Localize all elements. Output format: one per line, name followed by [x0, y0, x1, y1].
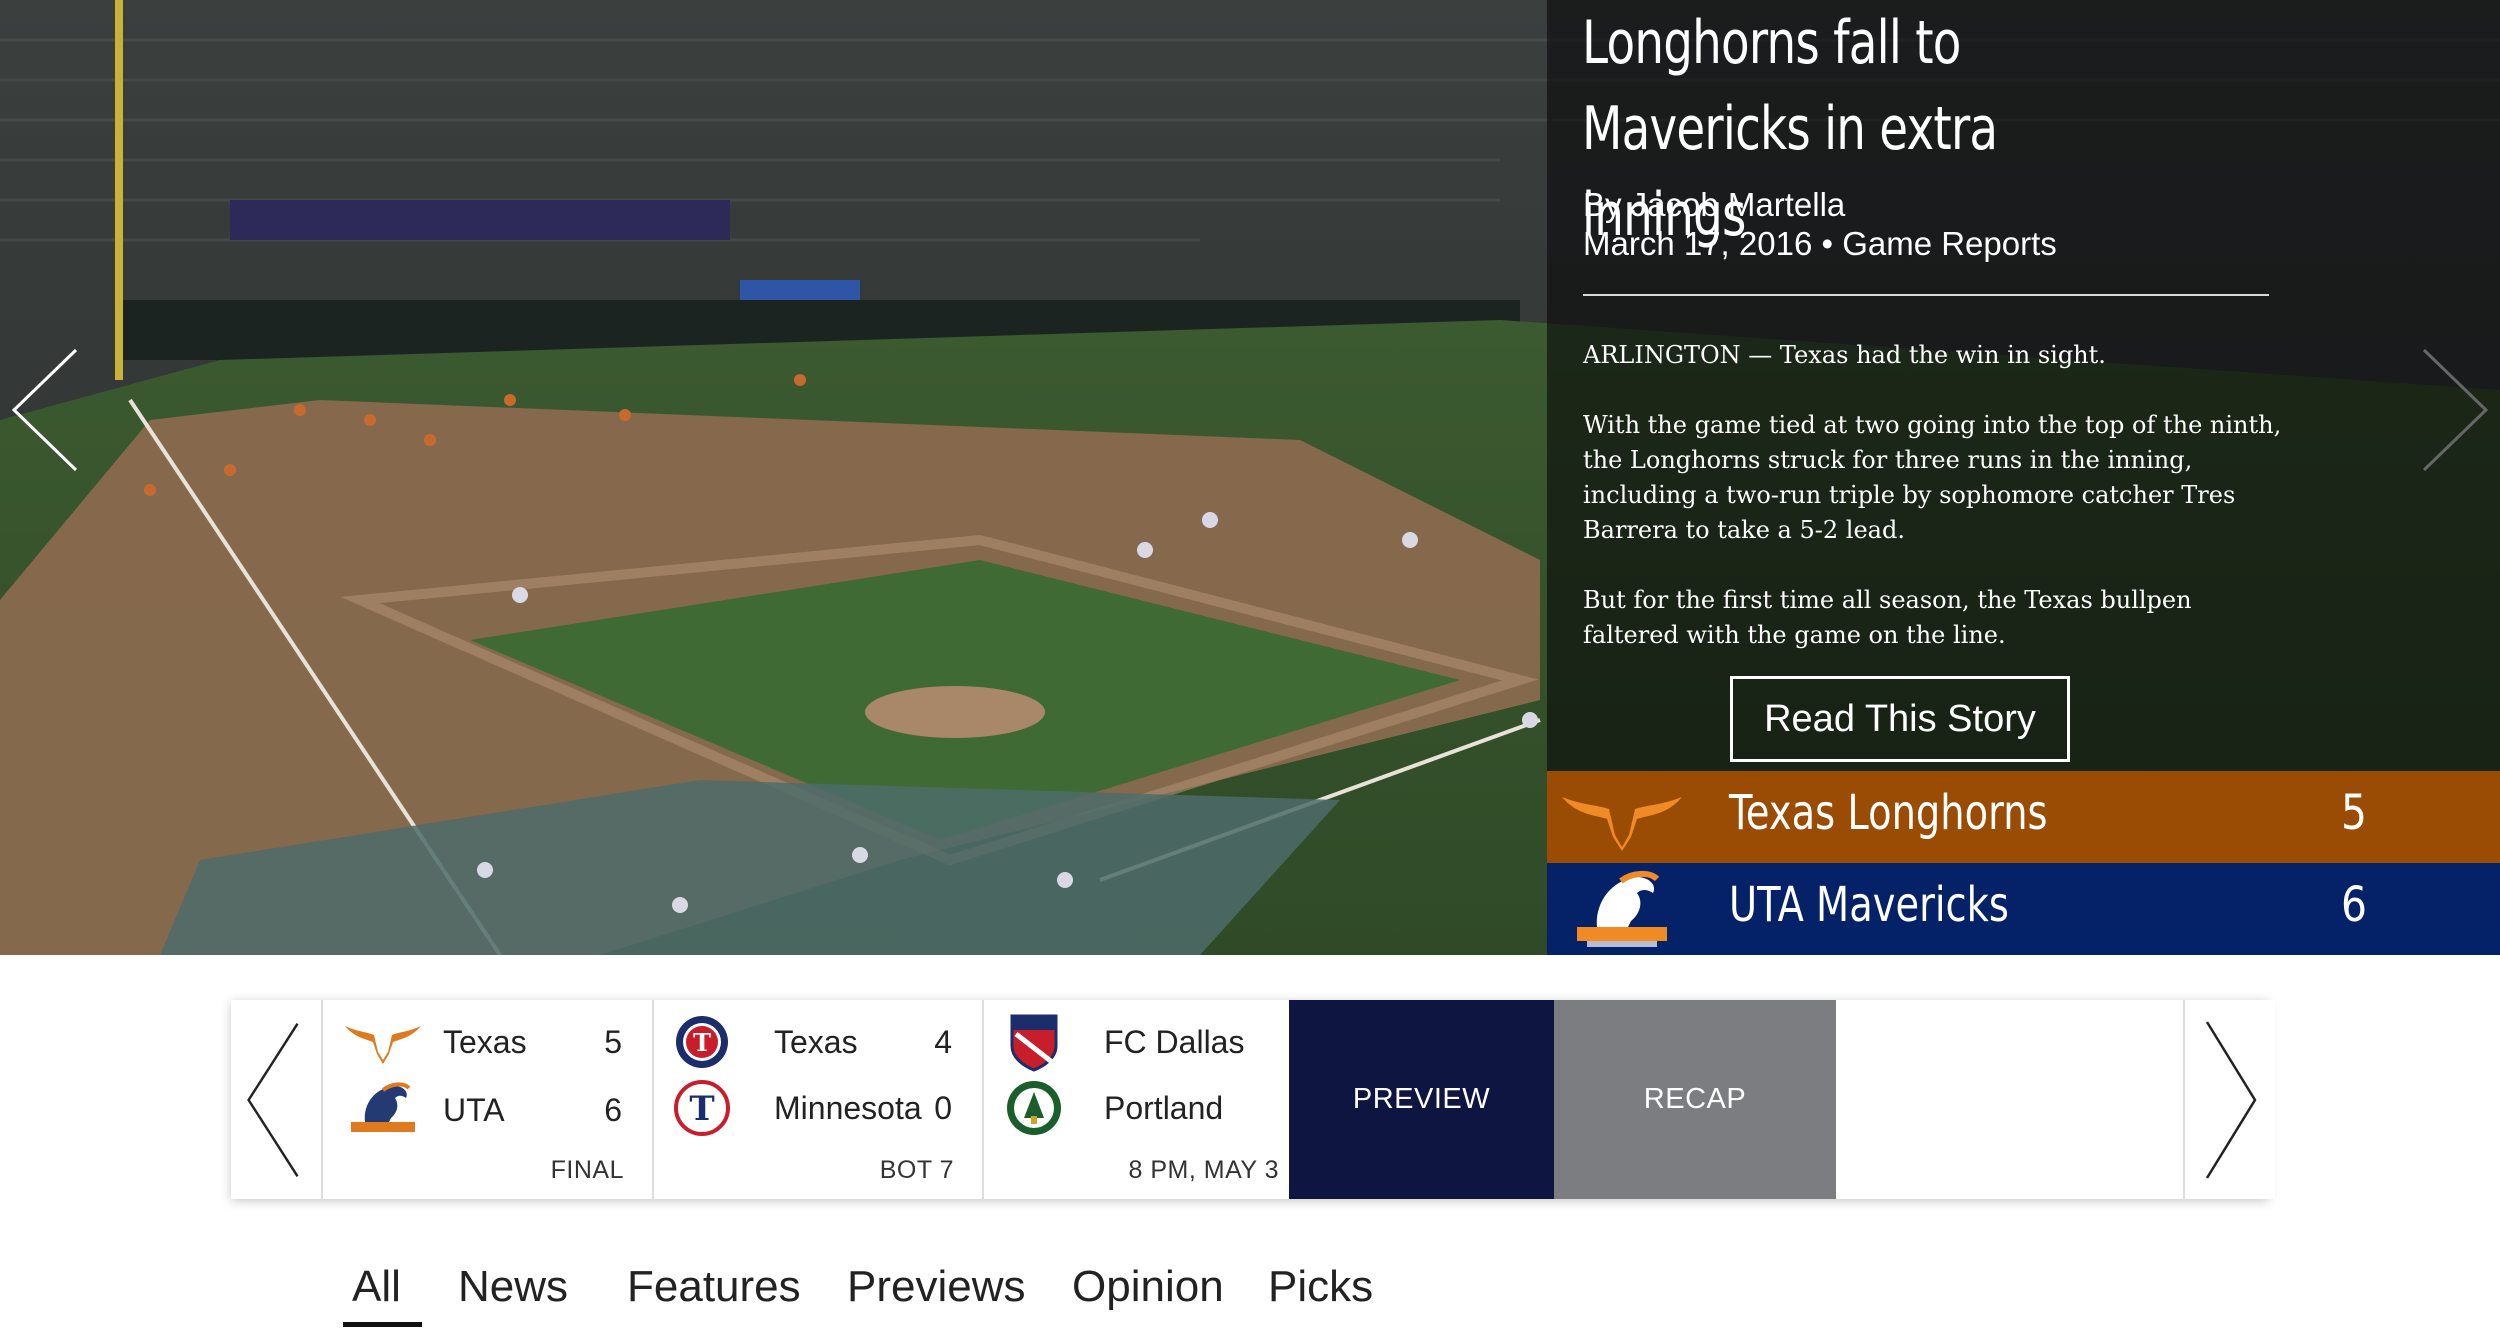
game-team-score: 4: [934, 1024, 952, 1060]
scoreboard-team-name: UTA Mavericks: [1729, 877, 2009, 933]
story-author: By Jacob Martella: [1583, 186, 1846, 223]
story-divider: [1583, 294, 2269, 296]
scores-prev-arrow[interactable]: [231, 1000, 323, 1199]
game-team-row: UTA 6: [323, 1080, 652, 1140]
game-team-name: Texas: [774, 1024, 858, 1060]
tab-features[interactable]: Features: [627, 1262, 801, 1312]
game-card[interactable]: Texas 5 UTA 6 FINAL: [323, 1000, 654, 1199]
game-team-name: Minnesota: [774, 1090, 922, 1126]
twins-icon: T: [674, 1080, 730, 1136]
game-status: FINAL: [550, 1156, 624, 1184]
portland-timbers-icon: [1007, 1081, 1061, 1135]
featured-story-panel: Longhorns fall to Mavericks in extra inn…: [1547, 0, 2500, 955]
tab-news[interactable]: News: [458, 1262, 568, 1312]
tab-previews[interactable]: Previews: [847, 1262, 1026, 1312]
hero-carousel: Longhorns fall to Mavericks in extra inn…: [0, 0, 2500, 955]
story-title-line-1: Longhorns fall to: [1582, 8, 1961, 78]
game-team-name: FC Dallas: [1104, 1024, 1245, 1060]
active-tab-indicator: [343, 1322, 422, 1327]
story-excerpt: ARLINGTON — Texas had the win in sight. …: [1583, 338, 2283, 688]
hero-prev-arrow[interactable]: [6, 345, 86, 475]
scoreboard-row-away: UTA Mavericks 6: [1547, 863, 2500, 955]
tab-all[interactable]: All: [352, 1262, 401, 1312]
scores-next-arrow[interactable]: [2183, 1000, 2275, 1199]
scores-strip: Texas 5 UTA 6 FINAL T Texas 4 T Minnesot…: [231, 1000, 2275, 1199]
game-team-score: 0: [934, 1090, 952, 1126]
longhorn-icon: [345, 1026, 421, 1064]
scoreboard-row-home: Texas Longhorns 5: [1547, 771, 2500, 863]
game-card[interactable]: T Texas 4 T Minnesota 0 BOT 7: [654, 1000, 984, 1199]
recap-button[interactable]: RECAP: [1554, 1000, 1836, 1199]
tab-opinion[interactable]: Opinion: [1072, 1262, 1224, 1312]
game-team-name: UTA: [443, 1092, 505, 1128]
game-team-row: Texas 5: [323, 1012, 652, 1072]
game-status: BOT 7: [879, 1156, 954, 1184]
game-card[interactable]: FC Dallas Portland 8 PM, MAY 3: [984, 1000, 1289, 1199]
game-team-row: T Texas 4: [654, 1012, 982, 1072]
svg-text:T: T: [689, 1089, 714, 1129]
story-paragraph: But for the first time all season, the T…: [1583, 586, 2192, 649]
longhorn-icon: [1562, 797, 1682, 851]
game-team-name: Portland: [1104, 1090, 1224, 1126]
fc-dallas-icon: [1010, 1014, 1058, 1072]
scoreboard-team-name: Texas Longhorns: [1729, 785, 2048, 841]
game-team-name: Texas: [443, 1024, 527, 1060]
mavericks-icon: [1577, 871, 1667, 947]
preview-button[interactable]: PREVIEW: [1289, 1000, 1554, 1199]
game-status: 8 PM, MAY 3: [1128, 1156, 1279, 1184]
story-date-category: March 17, 2016 • Game Reports: [1583, 225, 2057, 262]
scoreboard-team-score: 5: [2341, 785, 2367, 841]
mavericks-icon: [351, 1082, 415, 1132]
game-team-row: T Minnesota 0: [654, 1078, 982, 1138]
game-team-row: Portland: [984, 1078, 1289, 1138]
story-paragraph: ARLINGTON — Texas had the win in sight.: [1583, 341, 2106, 369]
story-paragraph: With the game tied at two going into the…: [1583, 411, 2282, 544]
svg-text:T: T: [693, 1028, 711, 1057]
game-team-row: FC Dallas: [984, 1012, 1289, 1072]
game-team-score: 6: [604, 1092, 622, 1128]
scoreboard-team-score: 6: [2341, 877, 2367, 933]
read-story-button[interactable]: Read This Story: [1730, 676, 2070, 762]
tab-picks[interactable]: Picks: [1268, 1262, 1373, 1312]
rangers-icon: T: [676, 1016, 728, 1068]
game-team-score: 5: [604, 1024, 622, 1060]
